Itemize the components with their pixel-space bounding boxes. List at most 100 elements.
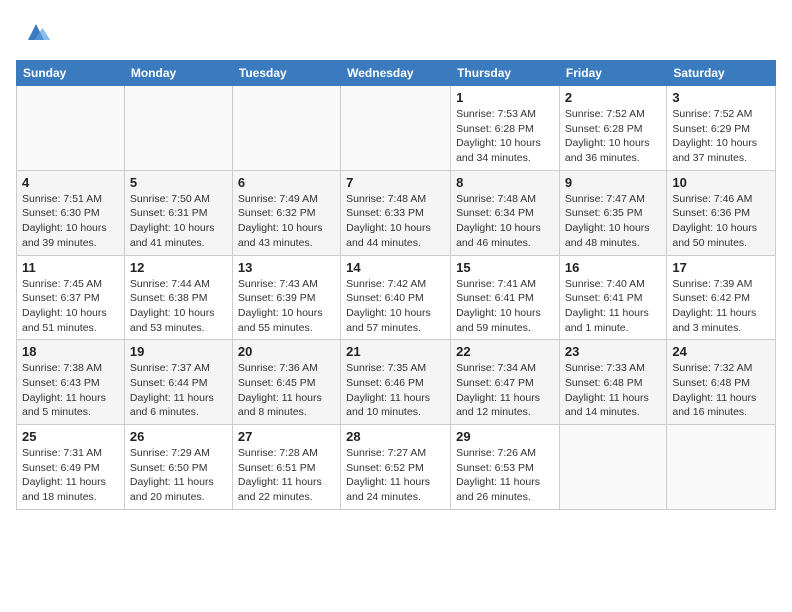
day-info: Sunrise: 7:29 AM Sunset: 6:50 PM Dayligh… — [130, 446, 227, 505]
day-number: 6 — [238, 175, 335, 190]
weekday-header-saturday: Saturday — [667, 61, 776, 86]
day-cell-3: 3 Sunrise: 7:52 AM Sunset: 6:29 PM Daylig… — [667, 86, 776, 171]
day-info: Sunrise: 7:33 AM Sunset: 6:48 PM Dayligh… — [565, 361, 661, 420]
day-info: Sunrise: 7:48 AM Sunset: 6:33 PM Dayligh… — [346, 192, 445, 251]
day-info: Sunrise: 7:50 AM Sunset: 6:31 PM Dayligh… — [130, 192, 227, 251]
day-cell-16: 16Sunrise: 7:40 AM Sunset: 6:41 PM Dayli… — [559, 255, 666, 340]
weekday-header-tuesday: Tuesday — [232, 61, 340, 86]
day-cell-14: 14 Sunrise: 7:42 AM Sunset: 6:40 PM Dayli… — [341, 255, 451, 340]
weekday-header-friday: Friday — [559, 61, 666, 86]
day-info: Sunrise: 7:49 AM Sunset: 6:32 PM Dayligh… — [238, 192, 335, 251]
day-number: 11 — [22, 260, 119, 275]
day-info: Sunrise: 7:31 AM Sunset: 6:49 PM Dayligh… — [22, 446, 119, 505]
day-number: 20 — [238, 344, 335, 359]
day-cell-15: 15 Sunrise: 7:41 AM Sunset: 6:41 PM Dayli… — [451, 255, 560, 340]
day-number: 3 — [672, 90, 770, 105]
empty-cell — [124, 86, 232, 171]
day-cell-18: 18 Sunrise: 7:38 AM Sunset: 6:43 PM Dayli… — [17, 340, 125, 425]
logo-icon — [20, 16, 52, 48]
day-cell-21: 21 Sunrise: 7:35 AM Sunset: 6:46 PM Dayli… — [341, 340, 451, 425]
day-info: Sunrise: 7:36 AM Sunset: 6:45 PM Dayligh… — [238, 361, 335, 420]
day-info: Sunrise: 7:47 AM Sunset: 6:35 PM Dayligh… — [565, 192, 661, 251]
day-number: 29 — [456, 429, 554, 444]
day-number: 7 — [346, 175, 445, 190]
day-info: Sunrise: 7:52 AM Sunset: 6:29 PM Dayligh… — [672, 107, 770, 166]
day-number: 17 — [672, 260, 770, 275]
week-row-4: 18 Sunrise: 7:38 AM Sunset: 6:43 PM Dayli… — [17, 340, 776, 425]
day-info: Sunrise: 7:38 AM Sunset: 6:43 PM Dayligh… — [22, 361, 119, 420]
day-cell-23: 23Sunrise: 7:33 AM Sunset: 6:48 PM Dayli… — [559, 340, 666, 425]
day-info: Sunrise: 7:34 AM Sunset: 6:47 PM Dayligh… — [456, 361, 554, 420]
day-number: 4 — [22, 175, 119, 190]
weekday-header-thursday: Thursday — [451, 61, 560, 86]
day-cell-5: 5 Sunrise: 7:50 AM Sunset: 6:31 PM Daylig… — [124, 170, 232, 255]
day-number: 24 — [672, 344, 770, 359]
day-info: Sunrise: 7:42 AM Sunset: 6:40 PM Dayligh… — [346, 277, 445, 336]
day-cell-11: 11 Sunrise: 7:45 AM Sunset: 6:37 PM Dayli… — [17, 255, 125, 340]
day-cell-10: 10Sunrise: 7:46 AM Sunset: 6:36 PM Dayli… — [667, 170, 776, 255]
day-info: Sunrise: 7:46 AM Sunset: 6:36 PM Dayligh… — [672, 192, 770, 251]
day-info: Sunrise: 7:51 AM Sunset: 6:30 PM Dayligh… — [22, 192, 119, 251]
day-info: Sunrise: 7:44 AM Sunset: 6:38 PM Dayligh… — [130, 277, 227, 336]
day-info: Sunrise: 7:28 AM Sunset: 6:51 PM Dayligh… — [238, 446, 335, 505]
day-cell-20: 20 Sunrise: 7:36 AM Sunset: 6:45 PM Dayli… — [232, 340, 340, 425]
day-cell-2: 2Sunrise: 7:52 AM Sunset: 6:28 PM Daylig… — [559, 86, 666, 171]
day-cell-28: 28Sunrise: 7:27 AM Sunset: 6:52 PM Dayli… — [341, 425, 451, 510]
empty-cell — [559, 425, 666, 510]
day-info: Sunrise: 7:53 AM Sunset: 6:28 PM Dayligh… — [456, 107, 554, 166]
day-number: 18 — [22, 344, 119, 359]
empty-cell — [232, 86, 340, 171]
day-info: Sunrise: 7:35 AM Sunset: 6:46 PM Dayligh… — [346, 361, 445, 420]
day-cell-29: 29 Sunrise: 7:26 AM Sunset: 6:53 PM Dayli… — [451, 425, 560, 510]
day-info: Sunrise: 7:41 AM Sunset: 6:41 PM Dayligh… — [456, 277, 554, 336]
day-number: 21 — [346, 344, 445, 359]
empty-cell — [341, 86, 451, 171]
day-cell-6: 6 Sunrise: 7:49 AM Sunset: 6:32 PM Daylig… — [232, 170, 340, 255]
day-cell-12: 12 Sunrise: 7:44 AM Sunset: 6:38 PM Dayli… — [124, 255, 232, 340]
logo — [16, 16, 52, 48]
day-info: Sunrise: 7:26 AM Sunset: 6:53 PM Dayligh… — [456, 446, 554, 505]
day-info: Sunrise: 7:32 AM Sunset: 6:48 PM Dayligh… — [672, 361, 770, 420]
day-number: 14 — [346, 260, 445, 275]
day-number: 13 — [238, 260, 335, 275]
day-number: 27 — [238, 429, 335, 444]
empty-cell — [17, 86, 125, 171]
day-cell-1: 1Sunrise: 7:53 AM Sunset: 6:28 PM Daylig… — [451, 86, 560, 171]
day-cell-9: 9 Sunrise: 7:47 AM Sunset: 6:35 PM Daylig… — [559, 170, 666, 255]
day-cell-4: 4 Sunrise: 7:51 AM Sunset: 6:30 PM Daylig… — [17, 170, 125, 255]
day-number: 28 — [346, 429, 445, 444]
day-number: 25 — [22, 429, 119, 444]
day-cell-27: 27 Sunrise: 7:28 AM Sunset: 6:51 PM Dayli… — [232, 425, 340, 510]
day-cell-26: 26 Sunrise: 7:29 AM Sunset: 6:50 PM Dayli… — [124, 425, 232, 510]
day-cell-17: 17 Sunrise: 7:39 AM Sunset: 6:42 PM Dayli… — [667, 255, 776, 340]
week-row-3: 11 Sunrise: 7:45 AM Sunset: 6:37 PM Dayli… — [17, 255, 776, 340]
day-cell-19: 19 Sunrise: 7:37 AM Sunset: 6:44 PM Dayli… — [124, 340, 232, 425]
day-number: 5 — [130, 175, 227, 190]
day-cell-24: 24 Sunrise: 7:32 AM Sunset: 6:48 PM Dayli… — [667, 340, 776, 425]
day-number: 12 — [130, 260, 227, 275]
weekday-header-monday: Monday — [124, 61, 232, 86]
day-number: 22 — [456, 344, 554, 359]
day-number: 16 — [565, 260, 661, 275]
day-number: 9 — [565, 175, 661, 190]
weekday-header-sunday: Sunday — [17, 61, 125, 86]
day-number: 15 — [456, 260, 554, 275]
week-row-1: 1Sunrise: 7:53 AM Sunset: 6:28 PM Daylig… — [17, 86, 776, 171]
day-number: 19 — [130, 344, 227, 359]
day-info: Sunrise: 7:37 AM Sunset: 6:44 PM Dayligh… — [130, 361, 227, 420]
day-info: Sunrise: 7:39 AM Sunset: 6:42 PM Dayligh… — [672, 277, 770, 336]
day-info: Sunrise: 7:52 AM Sunset: 6:28 PM Dayligh… — [565, 107, 661, 166]
day-cell-25: 25 Sunrise: 7:31 AM Sunset: 6:49 PM Dayli… — [17, 425, 125, 510]
weekday-header-wednesday: Wednesday — [341, 61, 451, 86]
header — [16, 16, 776, 48]
calendar-table: SundayMondayTuesdayWednesdayThursdayFrid… — [16, 60, 776, 510]
empty-cell — [667, 425, 776, 510]
day-cell-8: 8Sunrise: 7:48 AM Sunset: 6:34 PM Daylig… — [451, 170, 560, 255]
day-number: 8 — [456, 175, 554, 190]
day-cell-22: 22 Sunrise: 7:34 AM Sunset: 6:47 PM Dayli… — [451, 340, 560, 425]
week-row-5: 25 Sunrise: 7:31 AM Sunset: 6:49 PM Dayli… — [17, 425, 776, 510]
day-info: Sunrise: 7:45 AM Sunset: 6:37 PM Dayligh… — [22, 277, 119, 336]
day-number: 26 — [130, 429, 227, 444]
week-row-2: 4 Sunrise: 7:51 AM Sunset: 6:30 PM Daylig… — [17, 170, 776, 255]
day-cell-13: 13Sunrise: 7:43 AM Sunset: 6:39 PM Dayli… — [232, 255, 340, 340]
